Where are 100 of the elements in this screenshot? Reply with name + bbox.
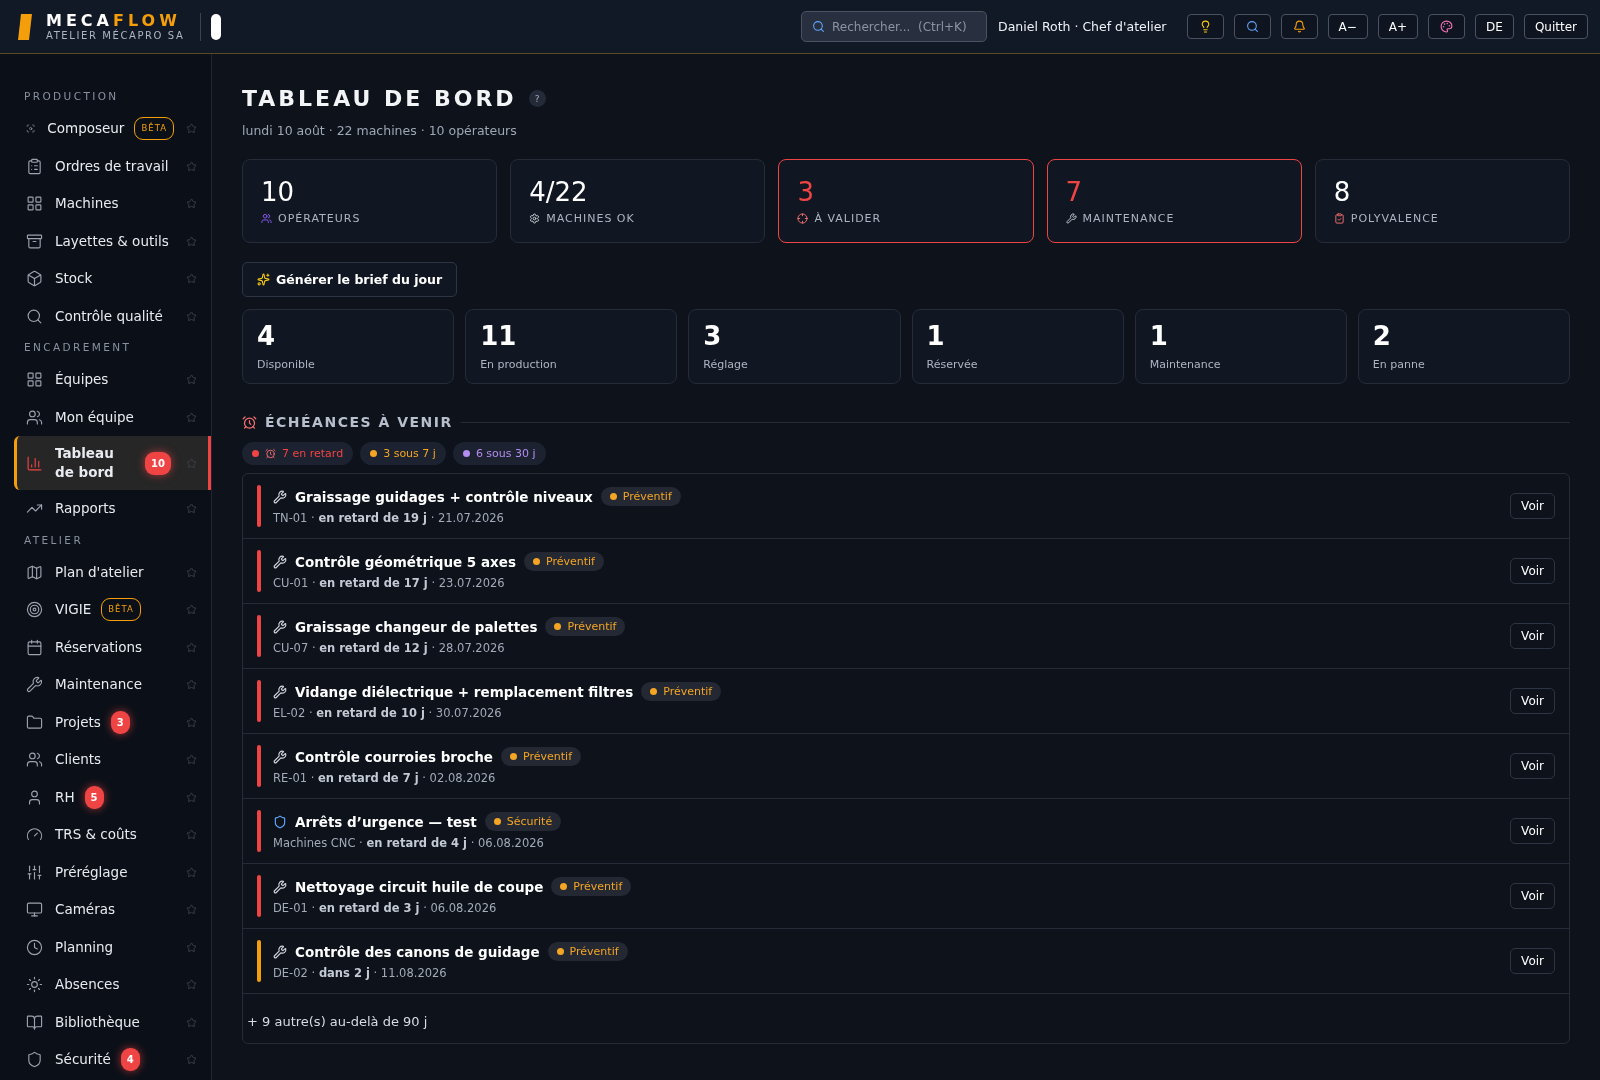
- nav-label: Layettes & outils: [55, 231, 169, 251]
- lightbulb-button[interactable]: [1186, 14, 1224, 39]
- toolbar-button[interactable]: A−: [1327, 14, 1368, 39]
- nav-icon: [26, 976, 43, 994]
- sidebar-item[interactable]: Plan d'atelier: [14, 553, 211, 591]
- shield-icon: [273, 814, 287, 829]
- wrench-icon: [273, 489, 287, 504]
- star-icon[interactable]: [186, 866, 197, 878]
- search-button[interactable]: [1233, 14, 1271, 39]
- wrench-icon: [273, 749, 287, 764]
- toolbar-button[interactable]: Quitter: [1523, 14, 1588, 39]
- task-meta: DE-02 · dans 2 j · 11.08.2026: [273, 966, 448, 980]
- nav-icon: [26, 195, 43, 213]
- star-icon[interactable]: [186, 503, 197, 515]
- filter-chip[interactable]: 6 sous 30 j: [452, 442, 546, 465]
- view-button[interactable]: Voir: [1510, 948, 1555, 974]
- star-icon[interactable]: [186, 1016, 197, 1028]
- star-icon[interactable]: [186, 1054, 197, 1066]
- sidebar-item[interactable]: Absences: [14, 966, 211, 1004]
- nav-icon: [26, 1013, 43, 1031]
- sidebar-item[interactable]: Machines: [14, 185, 211, 223]
- sidebar-item[interactable]: Mon équipe: [14, 398, 211, 436]
- brief-button[interactable]: Générer le brief du jour: [242, 262, 458, 297]
- star-icon[interactable]: [186, 235, 197, 247]
- star-icon[interactable]: [186, 310, 197, 322]
- nav-label: Sécurité: [55, 1050, 111, 1070]
- toggle-pill[interactable]: [211, 13, 222, 40]
- view-button[interactable]: Voir: [1510, 558, 1555, 584]
- help-button[interactable]: ?: [528, 90, 546, 107]
- sidebar-item[interactable]: Tableau de bord 10: [14, 436, 211, 490]
- view-button[interactable]: Voir: [1510, 688, 1555, 714]
- sidebar-item[interactable]: Réservations: [14, 628, 211, 666]
- task-meta: EL-02 · en retard de 10 j · 30.07.2026: [273, 706, 503, 720]
- filter-chip[interactable]: 7 en retard: [242, 442, 354, 465]
- star-icon[interactable]: [186, 791, 197, 803]
- star-icon[interactable]: [186, 411, 197, 423]
- view-button[interactable]: Voir: [1510, 493, 1555, 519]
- sidebar-item[interactable]: Préréglage: [14, 853, 211, 891]
- sidebar-item[interactable]: Clients: [14, 741, 211, 779]
- star-icon[interactable]: [186, 566, 197, 578]
- kpi-value: 10: [261, 176, 296, 208]
- sidebar-item[interactable]: VIGIE BÊTA: [14, 591, 211, 629]
- sparkle-icon: [257, 273, 270, 286]
- task-meta: CU-07 · en retard de 12 j · 28.07.2026: [273, 641, 506, 655]
- search-icon: [1245, 20, 1259, 33]
- kpi-label: MAINTENANCE: [1082, 212, 1175, 225]
- task-title: Graissage changeur de palettes: [295, 618, 538, 635]
- star-icon[interactable]: [186, 160, 197, 172]
- star-icon[interactable]: [186, 754, 197, 766]
- sidebar-item[interactable]: Stock: [14, 260, 211, 298]
- star-icon[interactable]: [186, 273, 197, 285]
- more-note: + 9 autre(s) au-delà de 90 j: [246, 1013, 429, 1031]
- nav-icon: [26, 938, 43, 956]
- star-icon[interactable]: [186, 457, 197, 469]
- sidebar-item[interactable]: RH 5: [14, 778, 211, 816]
- view-button[interactable]: Voir: [1510, 818, 1555, 844]
- star-icon[interactable]: [186, 979, 197, 991]
- search-icon: [812, 20, 826, 33]
- toolbar-button[interactable]: DE: [1475, 14, 1514, 39]
- nav-label: Maintenance: [55, 675, 142, 695]
- sidebar-item[interactable]: Sécurité 4: [14, 1041, 211, 1079]
- sidebar-item[interactable]: Bibliothèque: [14, 1003, 211, 1041]
- nav-label: Réservations: [55, 637, 143, 657]
- task-meta: RE-01 · en retard de 7 j · 02.08.2026: [273, 771, 497, 785]
- sidebar-item[interactable]: Rapports: [14, 490, 211, 528]
- sidebar-item[interactable]: Composeur BÊTA: [14, 110, 211, 148]
- toolbar-button[interactable]: A+: [1377, 14, 1419, 39]
- palette-button[interactable]: [1428, 14, 1466, 39]
- star-icon[interactable]: [186, 604, 197, 616]
- kpi-value: 3: [797, 176, 815, 208]
- search-field[interactable]: Rechercher... (Ctrl+K): [801, 11, 988, 42]
- star-icon[interactable]: [186, 716, 197, 728]
- star-icon[interactable]: [186, 641, 197, 653]
- sidebar-item[interactable]: Maintenance: [14, 666, 211, 704]
- sidebar-item[interactable]: Ordres de travail: [14, 147, 211, 185]
- view-button[interactable]: Voir: [1510, 883, 1555, 909]
- star-icon[interactable]: [186, 123, 197, 135]
- view-button[interactable]: Voir: [1510, 623, 1555, 649]
- star-icon[interactable]: [186, 829, 197, 841]
- star-icon[interactable]: [186, 904, 197, 916]
- nav-label: TRS & coûts: [55, 825, 137, 845]
- star-icon[interactable]: [186, 679, 197, 691]
- bell-button[interactable]: [1280, 14, 1318, 39]
- view-button[interactable]: Voir: [1510, 753, 1555, 779]
- kpi-label: À VALIDER: [814, 212, 882, 225]
- star-icon[interactable]: [186, 198, 197, 210]
- sidebar-item[interactable]: Projets 3: [14, 703, 211, 741]
- section-title: ENCADREMENT: [23, 340, 133, 355]
- filter-chip[interactable]: 3 sous 7 j: [360, 442, 446, 465]
- kpi-value: 7: [1065, 176, 1084, 208]
- star-icon[interactable]: [186, 941, 197, 953]
- nav-icon: [26, 307, 43, 325]
- sidebar-item[interactable]: Contrôle qualité: [14, 297, 211, 335]
- sidebar-item[interactable]: Équipes: [14, 361, 211, 399]
- sidebar-item[interactable]: Layettes & outils: [14, 222, 211, 260]
- sidebar-item[interactable]: Caméras: [14, 891, 211, 929]
- sidebar-item[interactable]: TRS & coûts: [14, 816, 211, 854]
- nav-icon: [26, 751, 43, 769]
- sidebar-item[interactable]: Planning: [14, 928, 211, 966]
- star-icon[interactable]: [186, 374, 197, 386]
